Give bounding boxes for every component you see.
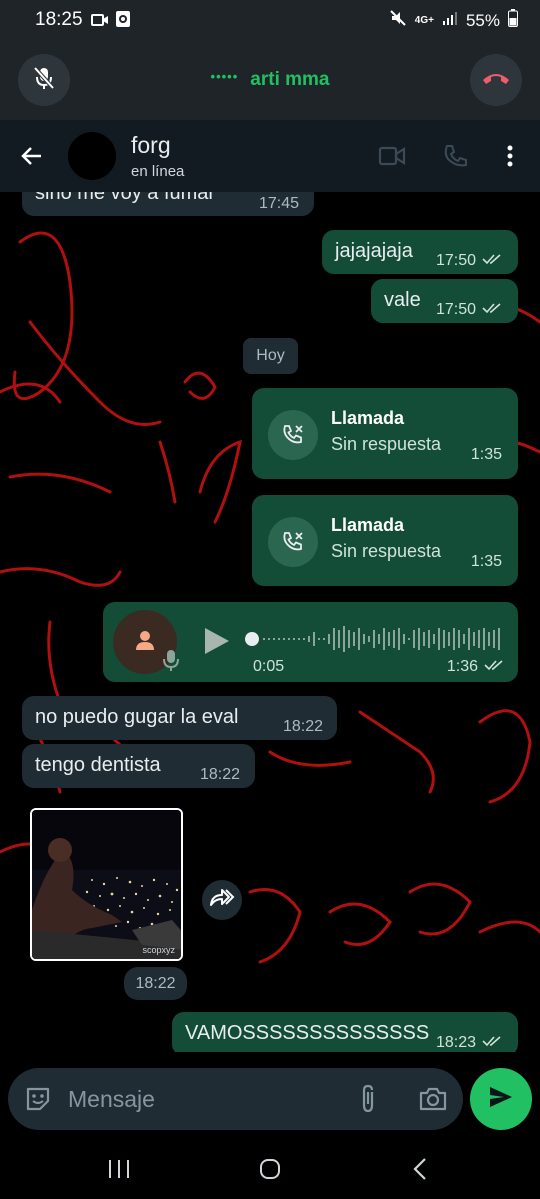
video-call-icon[interactable] — [378, 144, 406, 173]
voice-call-icon[interactable] — [442, 143, 468, 174]
message-incoming[interactable]: tengo dentista 18:22 — [22, 744, 255, 788]
day-separator: Hoy — [243, 338, 298, 374]
message-time: 17:50 — [436, 301, 477, 319]
image-watermark: scopxyz — [142, 945, 175, 955]
message-meta: 18:23 — [436, 1034, 502, 1052]
call-subtitle: Sin respuesta — [331, 434, 442, 454]
battery-icon — [508, 9, 518, 32]
message-outgoing[interactable]: VAMOSSSSSSSSSSSSSS 18:23 — [172, 1012, 518, 1052]
message-input[interactable]: Mensaje — [8, 1068, 463, 1130]
message-text: jajajajaja — [335, 240, 413, 262]
system-nav-bar — [0, 1148, 540, 1199]
contact-name[interactable]: forg — [131, 132, 171, 159]
voice-message[interactable]: 0:05 1:36 — [103, 602, 518, 682]
message-text: no puedo gugar la eval — [35, 706, 239, 728]
input-placeholder: Mensaje — [68, 1086, 155, 1112]
message-text: sino me voy a fumar — [35, 192, 216, 204]
image-time: 18:22 — [124, 967, 187, 1000]
message-time: 18:23 — [436, 1034, 477, 1052]
input-bar: Mensaje — [0, 1052, 540, 1148]
hangup-button[interactable] — [470, 54, 522, 106]
camera-icon[interactable] — [418, 1086, 448, 1117]
send-button[interactable] — [470, 1068, 532, 1130]
message-incoming[interactable]: sino me voy a fumar 17:45 — [22, 192, 314, 216]
voice-duration: 0:05 — [253, 658, 285, 675]
nav-back-icon[interactable] — [412, 1157, 428, 1186]
missed-call-icon — [268, 517, 318, 567]
sticker-icon[interactable] — [24, 1085, 52, 1118]
message-time: 17:50 — [436, 252, 477, 270]
message-meta: 17:50 — [436, 301, 502, 319]
missed-call-message[interactable]: Llamada Sin respuesta 1:35 — [252, 388, 518, 479]
mic-icon — [163, 648, 179, 677]
message-time: 1:35 — [470, 553, 502, 570]
status-bar: 18:25 4G+ 55% — [0, 0, 540, 40]
call-title: Llamada — [331, 408, 405, 428]
forward-button[interactable] — [202, 880, 242, 920]
mute-icon — [389, 9, 407, 32]
call-dots: ••••• — [210, 69, 239, 84]
person-icon — [133, 628, 157, 657]
contact-avatar[interactable] — [68, 132, 116, 180]
read-ticks-icon — [482, 301, 502, 319]
signal-icon — [442, 10, 458, 31]
contact-status: en línea — [131, 163, 185, 180]
recents-icon[interactable] — [107, 1158, 131, 1185]
home-icon[interactable] — [258, 1157, 282, 1186]
battery-label: 55% — [465, 10, 500, 30]
attach-icon[interactable] — [358, 1084, 378, 1119]
message-incoming[interactable]: no puedo gugar la eval 18:22 — [22, 696, 337, 740]
chat-area[interactable]: sino me voy a fumar 17:45 jajajajaja 17:… — [0, 192, 540, 1052]
message-time: 17:45 — [259, 195, 300, 212]
read-ticks-icon — [482, 1034, 502, 1052]
read-ticks-icon — [482, 252, 502, 270]
call-caller[interactable]: ••••• arti mma — [0, 69, 540, 91]
message-text: tengo dentista — [35, 754, 161, 776]
chat-header: forg en línea — [0, 120, 540, 192]
network-label: 4G+ — [414, 15, 434, 26]
message-outgoing[interactable]: jajajajaja 17:50 — [322, 230, 518, 274]
screen-record-icon — [115, 10, 131, 33]
message-text: VAMOSSSSSSSSSSSSSS — [185, 1022, 430, 1044]
status-right: 4G+ 55% — [389, 9, 518, 32]
message-meta: 1:36 — [447, 658, 504, 676]
caller-name: arti mma — [250, 69, 330, 90]
back-icon[interactable] — [20, 144, 44, 173]
call-title: Llamada — [331, 515, 405, 535]
send-icon — [488, 1085, 514, 1114]
menu-icon[interactable] — [506, 144, 514, 173]
status-time: 18:25 — [35, 9, 83, 30]
read-ticks-icon — [484, 658, 504, 676]
message-time: 18:22 — [283, 718, 324, 735]
message-time: 1:36 — [446, 658, 478, 676]
image-message[interactable]: scopxyz — [30, 808, 183, 961]
voice-waveform[interactable] — [243, 622, 505, 656]
forward-icon — [209, 888, 235, 913]
message-text: vale — [384, 289, 421, 311]
call-subtitle: Sin respuesta — [331, 541, 442, 561]
ongoing-call-bar[interactable]: ••••• arti mma — [0, 40, 540, 120]
image-thumbnail — [32, 810, 181, 959]
message-meta: 17:50 — [436, 252, 502, 270]
message-time: 1:35 — [470, 446, 502, 463]
missed-call-icon — [268, 410, 318, 460]
video-record-icon — [90, 10, 110, 35]
missed-call-message[interactable]: Llamada Sin respuesta 1:35 — [252, 495, 518, 586]
message-time: 18:22 — [200, 766, 241, 783]
message-outgoing[interactable]: vale 17:50 — [371, 279, 518, 323]
play-icon[interactable] — [203, 626, 231, 661]
hangup-icon — [481, 70, 511, 91]
